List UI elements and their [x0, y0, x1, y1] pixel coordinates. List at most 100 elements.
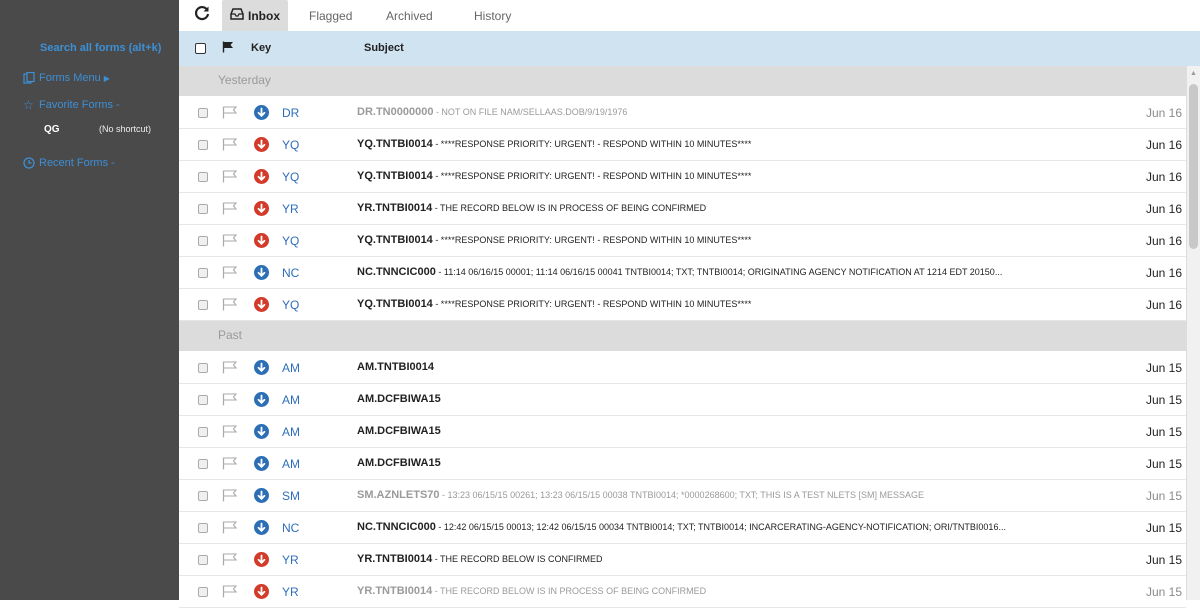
message-subject[interactable]: NC.TNNCIC000 - 11:14 06/16/15 00001; 11:… — [357, 266, 1117, 278]
flag-icon[interactable] — [222, 234, 238, 252]
row-checkbox[interactable] — [198, 523, 208, 533]
row-checkbox[interactable] — [198, 587, 208, 597]
message-subject[interactable]: YQ.TNTBI0014 - ****RESPONSE PRIORITY: UR… — [357, 234, 1117, 246]
message-row[interactable]: AM AM.DCFBIWA15 Jun 15 — [179, 448, 1186, 480]
message-subject[interactable]: NC.TNNCIC000 - 12:42 06/15/15 00013; 12:… — [357, 521, 1117, 533]
flag-icon[interactable] — [222, 585, 238, 603]
message-subject-code: AM.DCFBIWA15 — [357, 425, 441, 437]
flag-icon[interactable] — [222, 170, 238, 188]
message-date: Jun 15 — [1145, 457, 1182, 471]
column-header-key[interactable]: Key — [251, 42, 271, 54]
message-row[interactable]: AM AM.DCFBIWA15 Jun 15 — [179, 416, 1186, 448]
incoming-urgent-icon — [254, 201, 269, 216]
message-subject[interactable]: DR.TN0000000 - NOT ON FILE NAM/SELLAAS.D… — [357, 106, 1117, 118]
incoming-message-icon — [254, 488, 269, 503]
row-checkbox[interactable] — [198, 363, 208, 373]
flag-icon[interactable] — [222, 138, 238, 156]
message-row[interactable]: YQ YQ.TNTBI0014 - ****RESPONSE PRIORITY: … — [179, 289, 1186, 321]
message-date: Jun 16 — [1145, 138, 1182, 152]
incoming-message-icon — [254, 360, 269, 375]
search-all-forms-link[interactable]: Search all forms (alt+k) — [40, 42, 161, 54]
sidebar: Search all forms (alt+k) Forms Menu ▶ ☆ … — [0, 0, 179, 600]
message-row[interactable]: NC NC.TNNCIC000 - 12:42 06/15/15 00013; 1… — [179, 512, 1186, 544]
scroll-up-icon[interactable]: ▲ — [1190, 70, 1197, 77]
message-subject[interactable]: YQ.TNTBI0014 - ****RESPONSE PRIORITY: UR… — [357, 298, 1117, 310]
message-key: YR — [282, 553, 299, 567]
refresh-icon[interactable] — [193, 4, 211, 27]
flag-icon[interactable] — [222, 202, 238, 220]
message-date: Jun 16 — [1145, 234, 1182, 248]
row-checkbox[interactable] — [198, 172, 208, 182]
message-row[interactable]: SM SM.AZNLETS70 - 13:23 06/15/15 00261; 1… — [179, 480, 1186, 512]
tab-history[interactable]: History — [474, 0, 511, 31]
message-row[interactable]: YQ YQ.TNTBI0014 - ****RESPONSE PRIORITY: … — [179, 225, 1186, 257]
flag-icon[interactable] — [222, 553, 238, 571]
message-subject[interactable]: YR.TNTBI0014 - THE RECORD BELOW IS IN PR… — [357, 202, 1117, 214]
message-row[interactable]: YQ YQ.TNTBI0014 - ****RESPONSE PRIORITY: … — [179, 161, 1186, 193]
message-subject-code: DR.TN0000000 — [357, 106, 434, 118]
message-subject-code: YQ.TNTBI0014 — [357, 170, 433, 182]
favorite-forms-link[interactable]: ☆ Favorite Forms - — [23, 99, 120, 111]
flag-icon[interactable] — [222, 425, 238, 443]
message-date: Jun 15 — [1145, 489, 1182, 503]
favorite-form-item[interactable]: QG (No shortcut) — [44, 124, 151, 135]
message-subject-code: YR.TNTBI0014 — [357, 553, 433, 565]
row-checkbox[interactable] — [198, 204, 208, 214]
select-all-checkbox[interactable] — [195, 43, 206, 54]
message-subject[interactable]: AM.DCFBIWA15 — [357, 393, 1117, 405]
tab-archived[interactable]: Archived — [386, 0, 433, 31]
tab-inbox-label: Inbox — [248, 8, 280, 23]
row-checkbox[interactable] — [198, 300, 208, 310]
row-checkbox[interactable] — [198, 491, 208, 501]
message-subject-code: AM.DCFBIWA15 — [357, 457, 441, 469]
message-row[interactable]: YR YR.TNTBI0014 - THE RECORD BELOW IS IN … — [179, 193, 1186, 225]
message-row[interactable]: YR YR.TNTBI0014 - THE RECORD BELOW IS IN … — [179, 576, 1186, 608]
row-checkbox[interactable] — [198, 555, 208, 565]
flag-icon[interactable] — [222, 521, 238, 539]
message-subject-text: - THE RECORD BELOW IS IN PROCESS OF BEIN… — [432, 586, 707, 596]
message-subject[interactable]: YR.TNTBI0014 - THE RECORD BELOW IS IN PR… — [357, 585, 1117, 597]
flag-icon[interactable] — [222, 106, 238, 124]
message-row[interactable]: AM AM.DCFBIWA15 Jun 15 — [179, 384, 1186, 416]
message-subject[interactable]: AM.DCFBIWA15 — [357, 425, 1117, 437]
flag-header-icon[interactable] — [222, 41, 234, 56]
row-checkbox[interactable] — [198, 108, 208, 118]
message-row[interactable]: YQ YQ.TNTBI0014 - ****RESPONSE PRIORITY: … — [179, 129, 1186, 161]
message-subject[interactable]: AM.TNTBI0014 — [357, 361, 1117, 373]
flag-icon[interactable] — [222, 361, 238, 379]
forms-menu-link[interactable]: Forms Menu ▶ — [23, 71, 110, 84]
message-row[interactable]: DR DR.TN0000000 - NOT ON FILE NAM/SELLAAS… — [179, 97, 1186, 129]
tab-inbox[interactable]: Inbox — [222, 0, 288, 31]
column-header-subject[interactable]: Subject — [364, 42, 404, 54]
message-subject[interactable]: AM.DCFBIWA15 — [357, 457, 1117, 469]
incoming-message-icon — [254, 520, 269, 535]
row-checkbox[interactable] — [198, 140, 208, 150]
tab-flagged[interactable]: Flagged — [309, 0, 352, 31]
flag-icon[interactable] — [222, 489, 238, 507]
flag-icon[interactable] — [222, 457, 238, 475]
row-checkbox[interactable] — [198, 427, 208, 437]
row-checkbox[interactable] — [198, 236, 208, 246]
message-row[interactable]: AM AM.TNTBI0014 Jun 15 — [179, 352, 1186, 384]
flag-icon[interactable] — [222, 393, 238, 411]
row-checkbox[interactable] — [198, 459, 208, 469]
message-subject-text: - ****RESPONSE PRIORITY: URGENT! - RESPO… — [432, 171, 752, 181]
tab-bar: Inbox Flagged Archived History — [179, 0, 1200, 31]
message-subject[interactable]: YR.TNTBI0014 - THE RECORD BELOW IS CONFI… — [357, 553, 1117, 565]
message-subject[interactable]: SM.AZNLETS70 - 13:23 06/15/15 00261; 13:… — [357, 489, 1117, 501]
message-row[interactable]: YR YR.TNTBI0014 - THE RECORD BELOW IS CON… — [179, 544, 1186, 576]
row-checkbox[interactable] — [198, 268, 208, 278]
message-key: AM — [282, 457, 300, 471]
message-key: NC — [282, 266, 300, 280]
recent-forms-link[interactable]: Recent Forms - — [23, 157, 115, 169]
message-subject-code: YQ.TNTBI0014 — [357, 138, 433, 150]
flag-icon[interactable] — [222, 298, 238, 316]
clock-icon — [23, 157, 36, 169]
message-row[interactable]: NC NC.TNNCIC000 - 11:14 06/16/15 00001; 1… — [179, 257, 1186, 289]
message-subject[interactable]: YQ.TNTBI0014 - ****RESPONSE PRIORITY: UR… — [357, 170, 1117, 182]
row-checkbox[interactable] — [198, 395, 208, 405]
scrollbar-thumb[interactable] — [1189, 84, 1198, 249]
flag-icon[interactable] — [222, 266, 238, 284]
message-subject[interactable]: YQ.TNTBI0014 - ****RESPONSE PRIORITY: UR… — [357, 138, 1117, 150]
scrollbar[interactable]: ▲ — [1186, 66, 1200, 600]
